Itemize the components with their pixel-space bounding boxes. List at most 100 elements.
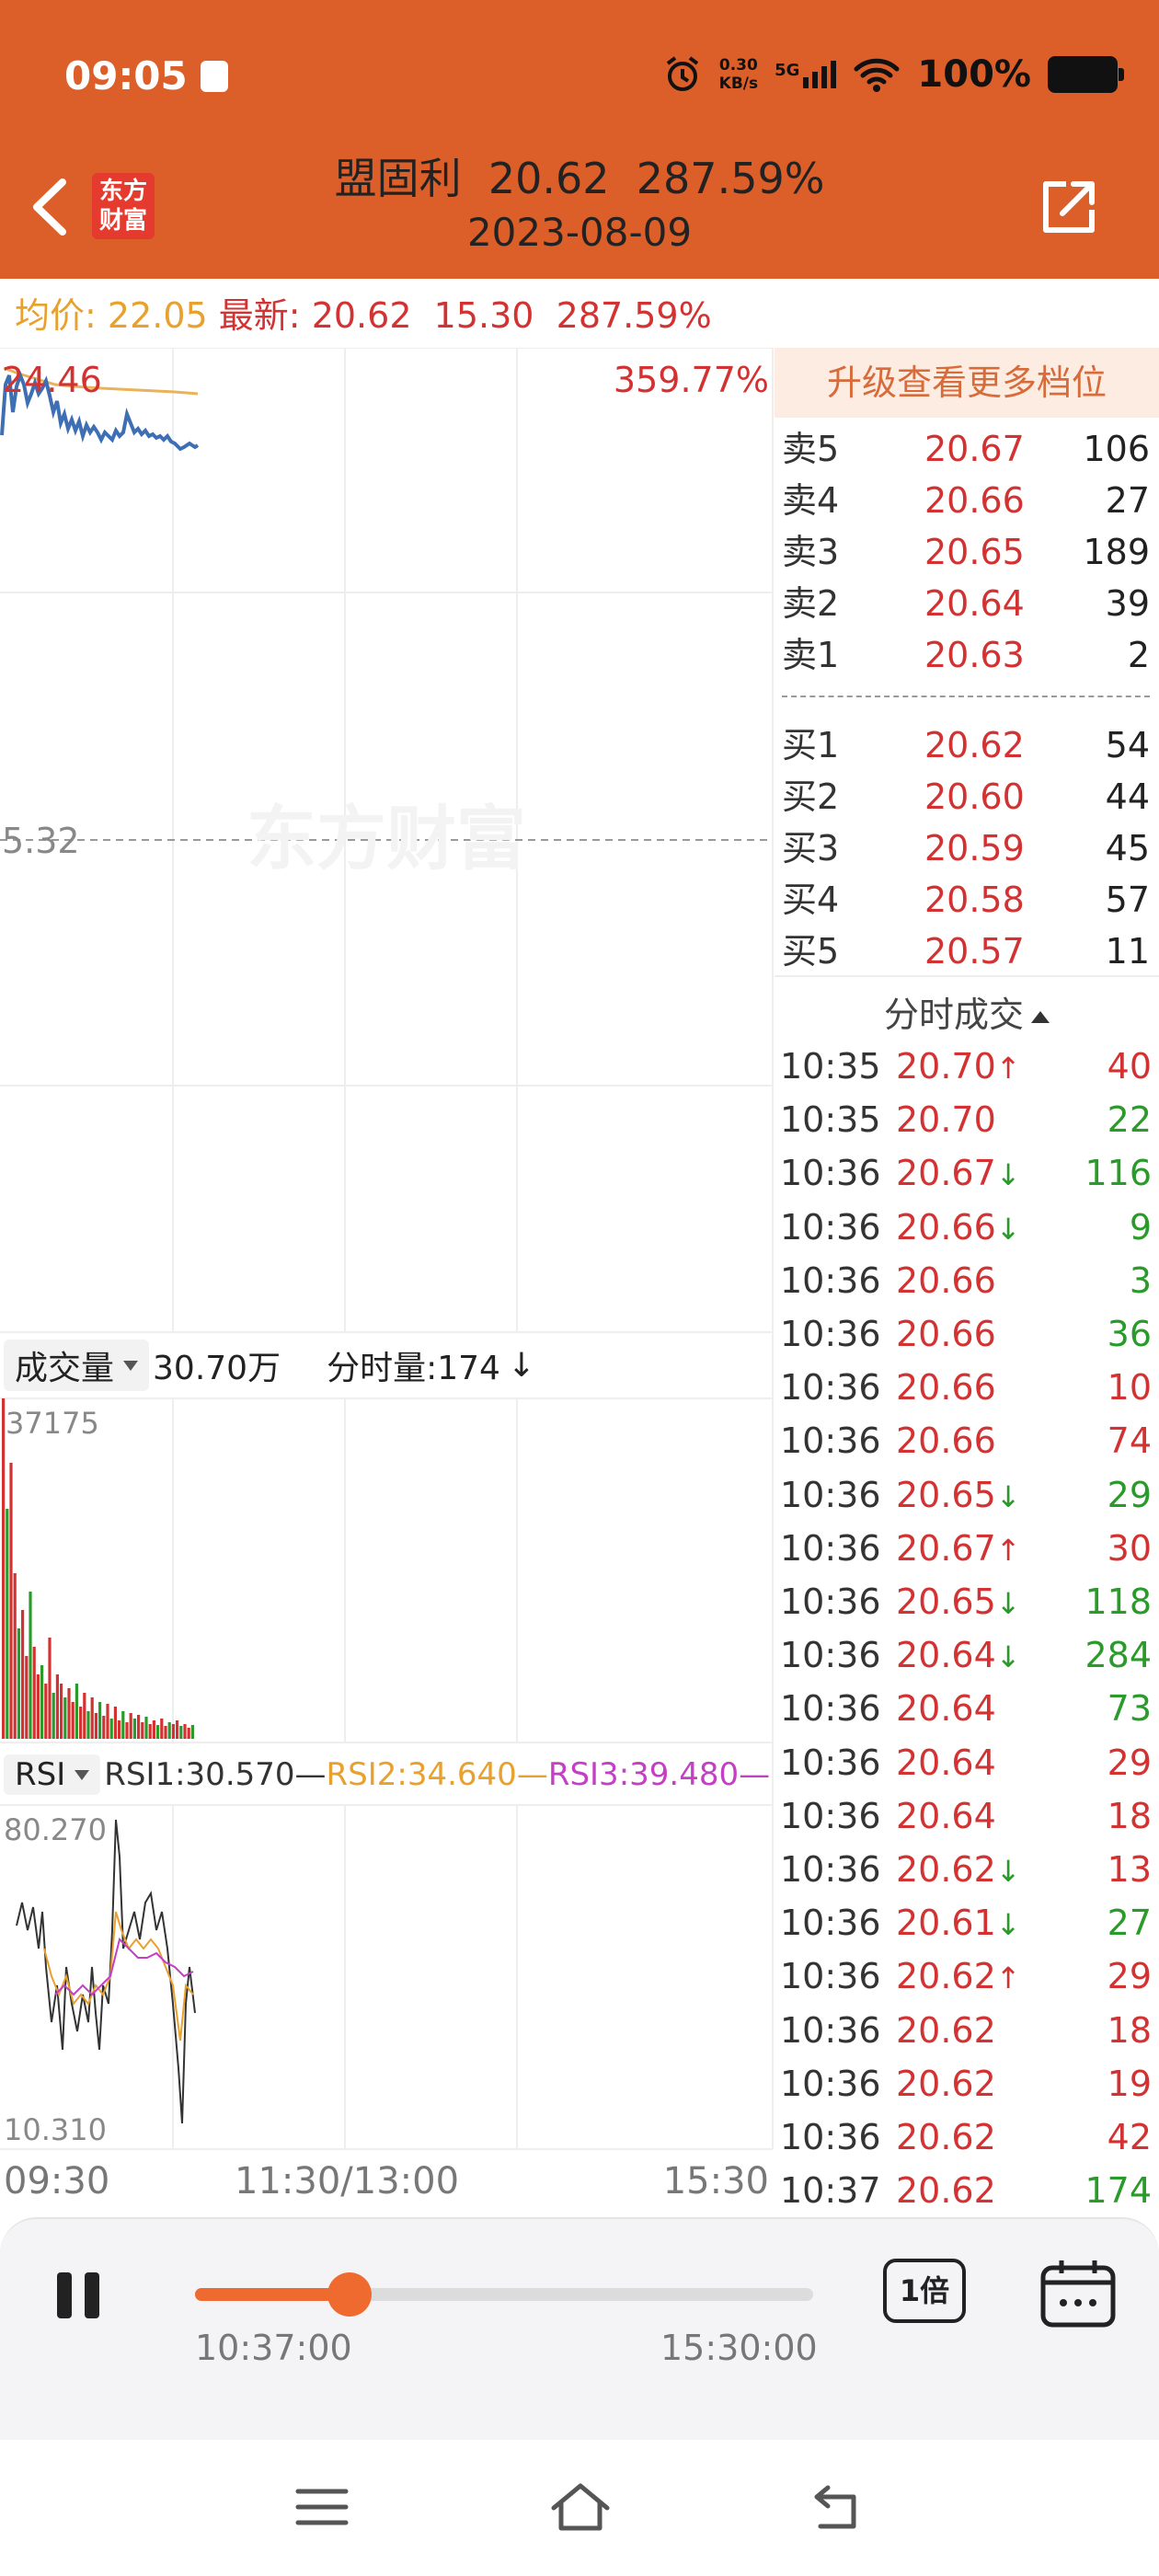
- rsi-dropdown-label: RSI: [15, 1756, 66, 1793]
- tick-row: 10:36 20.66 10: [780, 1361, 1152, 1414]
- volume-bar: [40, 1665, 44, 1739]
- bid-price: 20.57: [924, 931, 1025, 972]
- back-nav-icon[interactable]: [809, 2482, 868, 2532]
- bid-qty: 45: [1105, 828, 1150, 868]
- ask-row[interactable]: 卖5 20.67 106: [782, 423, 1150, 475]
- tick-volume: 284: [1084, 1635, 1152, 1676]
- rsi-indicator-dropdown[interactable]: RSI: [4, 1754, 101, 1795]
- tick-volume: 13: [1107, 1849, 1152, 1890]
- ticks-header[interactable]: 分时成交: [775, 975, 1159, 1037]
- ask-price: 20.63: [924, 635, 1025, 675]
- tick-time: 10:36: [780, 2063, 881, 2104]
- share-icon[interactable]: [1035, 175, 1101, 241]
- bid-row[interactable]: 买4 20.58 57: [782, 874, 1150, 926]
- tick-price: 20.62↑: [896, 1956, 1021, 1997]
- volume-bar: [71, 1702, 75, 1739]
- volume-bar: [141, 1722, 144, 1739]
- volume-bar: [83, 1693, 86, 1739]
- menu-icon[interactable]: [294, 2484, 350, 2530]
- volume-bar: [125, 1722, 129, 1739]
- ask-qty: 39: [1105, 583, 1150, 624]
- rsi-max-label: 80.270: [4, 1812, 107, 1847]
- volume-bar: [179, 1726, 183, 1739]
- latest-price-value: 20.62: [311, 295, 412, 336]
- price-axis-mid: 5.32: [2, 821, 80, 861]
- ask-row[interactable]: 卖1 20.63 2: [782, 629, 1150, 681]
- ask-row[interactable]: 卖3 20.65 189: [782, 526, 1150, 578]
- bid-row[interactable]: 买2 20.60 44: [782, 771, 1150, 822]
- tick-time: 10:36: [780, 1742, 881, 1783]
- calendar-icon[interactable]: [1039, 2259, 1117, 2329]
- home-icon[interactable]: [548, 2480, 613, 2532]
- volume-bar: [79, 1707, 83, 1739]
- ask-row[interactable]: 卖2 20.64 39: [782, 578, 1150, 629]
- book-divider: [782, 696, 1150, 697]
- volume-bar: [121, 1711, 125, 1739]
- ask-qty: 189: [1083, 532, 1150, 572]
- volume-header: 成交量 30.70万 分时量:174 ↓: [0, 1332, 773, 1398]
- tick-row: 10:35 20.70 22: [780, 1093, 1152, 1146]
- tick-row: 10:37 20.62 174: [780, 2164, 1152, 2217]
- avg-price-value: 22.05: [107, 295, 208, 336]
- playback-thumb[interactable]: [327, 2272, 372, 2317]
- bid-qty: 11: [1105, 931, 1150, 972]
- bid-row[interactable]: 买1 20.62 54: [782, 719, 1150, 771]
- bid-label: 买4: [782, 880, 840, 920]
- tick-time: 10:37: [780, 2170, 881, 2212]
- ask-price: 20.66: [924, 480, 1025, 521]
- playback-bar: [0, 2217, 1159, 2440]
- ask-row[interactable]: 卖4 20.66 27: [782, 475, 1150, 526]
- volume-bar: [167, 1722, 171, 1739]
- volume-bar: [118, 1720, 121, 1739]
- upgrade-depth-button[interactable]: 升级查看更多档位: [775, 348, 1159, 418]
- tick-time: 10:36: [780, 1474, 881, 1515]
- speed-button[interactable]: 1倍: [883, 2259, 966, 2323]
- volume-total: 30.70万: [153, 1350, 281, 1387]
- tick-volume: 29: [1107, 1956, 1152, 1997]
- tick-row: 10:36 20.65↓ 29: [780, 1468, 1152, 1522]
- volume-bar: [86, 1711, 90, 1739]
- tick-row: 10:36 20.67↓ 116: [780, 1146, 1152, 1200]
- tick-row: 10:36 20.64↓ 284: [780, 1628, 1152, 1682]
- tick-time: 10:36: [780, 1903, 881, 1944]
- volume-bar: [63, 1697, 67, 1739]
- tick-time: 10:36: [780, 1259, 881, 1301]
- volume-bar: [106, 1704, 109, 1739]
- tick-time: 10:36: [780, 1688, 881, 1730]
- latest-price-label: 最新:: [218, 295, 301, 336]
- ask-price: 20.67: [924, 429, 1025, 469]
- volume-indicator-dropdown[interactable]: 成交量: [4, 1340, 150, 1391]
- volume-bar: [60, 1684, 63, 1739]
- volume-bar: [32, 1647, 36, 1739]
- volume-bar: [152, 1720, 155, 1739]
- tick-volume: 9: [1129, 1206, 1152, 1248]
- change-value: 15.30: [433, 295, 534, 336]
- volume-bar: [13, 1573, 17, 1739]
- tick-volume: 18: [1107, 2009, 1152, 2051]
- tick-volume: 73: [1107, 1688, 1152, 1730]
- intraday-chart[interactable]: 东方财富 24.46 359.77% 5.32 37175 80.270 10.…: [0, 348, 775, 2215]
- pause-button[interactable]: [57, 2272, 109, 2318]
- volume-bar: [44, 1684, 48, 1739]
- tick-time: 10:36: [780, 1581, 881, 1622]
- bid-row[interactable]: 买5 20.57 11: [782, 926, 1150, 977]
- price-axis-top: 24.46: [2, 360, 102, 400]
- volume-bar: [98, 1702, 102, 1739]
- volume-bar: [21, 1610, 25, 1739]
- tick-time: 10:36: [780, 1635, 881, 1676]
- tick-price: 20.64↓: [896, 1635, 1021, 1676]
- ask-label: 卖3: [782, 532, 840, 572]
- tick-time: 10:36: [780, 1314, 881, 1354]
- signal-icon: 5G: [775, 61, 837, 88]
- battery-icon: [1048, 56, 1124, 93]
- bid-row[interactable]: 买3 20.59 45: [782, 822, 1150, 874]
- chevron-down-icon: [123, 1360, 139, 1371]
- bid-qty: 54: [1105, 725, 1150, 765]
- volume-tick-arrow: ↓: [507, 1346, 536, 1385]
- tick-price: 20.61↓: [896, 1903, 1021, 1944]
- tick-row: 10:36 20.67↑ 30: [780, 1522, 1152, 1575]
- playback-end-time: 15:30:00: [660, 2328, 818, 2368]
- tick-row: 10:36 20.66↓ 9: [780, 1201, 1152, 1254]
- ask-label: 卖1: [782, 635, 840, 675]
- tick-row: 10:36 20.62 18: [780, 2004, 1152, 2057]
